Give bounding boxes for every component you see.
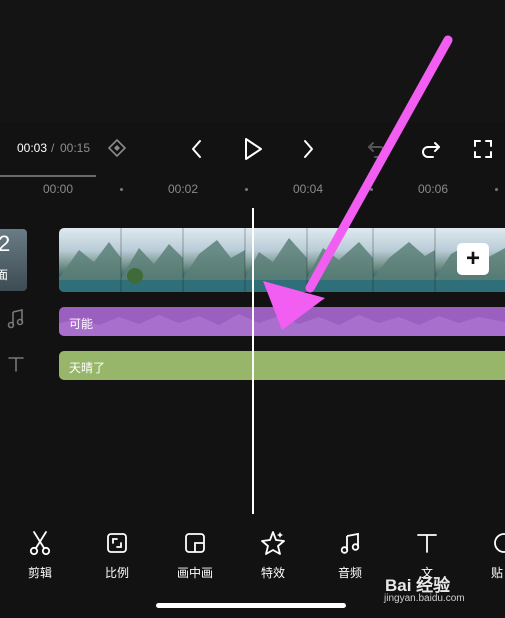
annotation-arrow: [263, 35, 453, 330]
